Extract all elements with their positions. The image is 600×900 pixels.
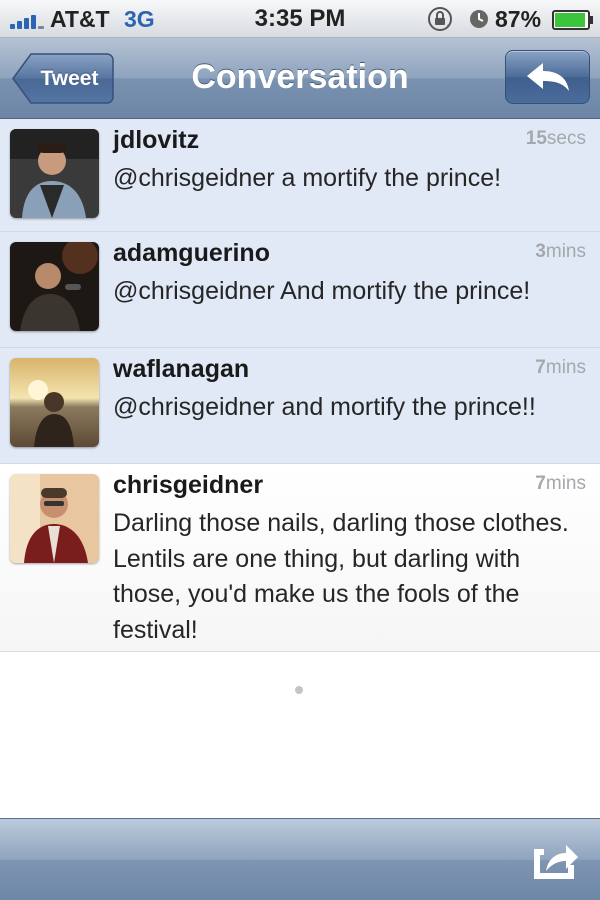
avatar[interactable] [10, 242, 99, 331]
back-button-label: Tweet [40, 67, 99, 90]
tweet-timestamp: 7mins [535, 357, 586, 378]
reply-button[interactable] [505, 50, 590, 104]
rotation-lock-icon [428, 7, 452, 31]
tweet-timestamp: 3mins [535, 241, 586, 262]
tweet-username[interactable]: adamguerino [113, 239, 270, 268]
status-bar: AT&T 3G 3:35 PM 87% [0, 0, 600, 38]
tweet-text: @chrisgeidner and mortify the prince!! [113, 393, 536, 421]
tweet-text: @chrisgeidner a mortify the prince! [113, 164, 502, 192]
tweet-username[interactable]: waflanagan [113, 355, 249, 384]
battery-icon [552, 10, 593, 30]
avatar[interactable] [10, 129, 99, 218]
back-button[interactable]: Tweet [11, 52, 114, 105]
tweet-row[interactable]: jdlovitz 15secs @chrisgeidner a mortify … [0, 119, 600, 232]
page-title: Conversation [191, 58, 409, 96]
tweet-row[interactable]: waflanagan 7mins @chrisgeidner and morti… [0, 348, 600, 464]
tweet-row[interactable]: chrisgeidner 7mins Darling those nails, … [0, 464, 600, 652]
tweet-timestamp: 15secs [525, 128, 586, 149]
alarm-clock-icon [470, 10, 488, 28]
conversation-list[interactable]: jdlovitz 15secs @chrisgeidner a mortify … [0, 119, 600, 652]
navigation-bar: Tweet Conversation [0, 38, 600, 119]
page-indicator-dot [295, 686, 303, 694]
avatar[interactable] [10, 358, 99, 447]
battery-percent: 87% [495, 6, 542, 32]
tweet-text: Darling those nails, darling those cloth… [113, 509, 569, 644]
avatar[interactable] [10, 474, 99, 563]
tweet-row[interactable]: adamguerino 3mins @chrisgeidner And mort… [0, 232, 600, 348]
reply-arrow-icon [527, 63, 569, 91]
tweet-text: @chrisgeidner And mortify the prince! [113, 277, 531, 305]
tweet-timestamp: 7mins [535, 473, 586, 494]
tweet-username[interactable]: jdlovitz [113, 126, 199, 155]
share-icon[interactable] [530, 837, 580, 883]
bottom-toolbar [0, 818, 600, 900]
tweet-username[interactable]: chrisgeidner [113, 471, 263, 500]
